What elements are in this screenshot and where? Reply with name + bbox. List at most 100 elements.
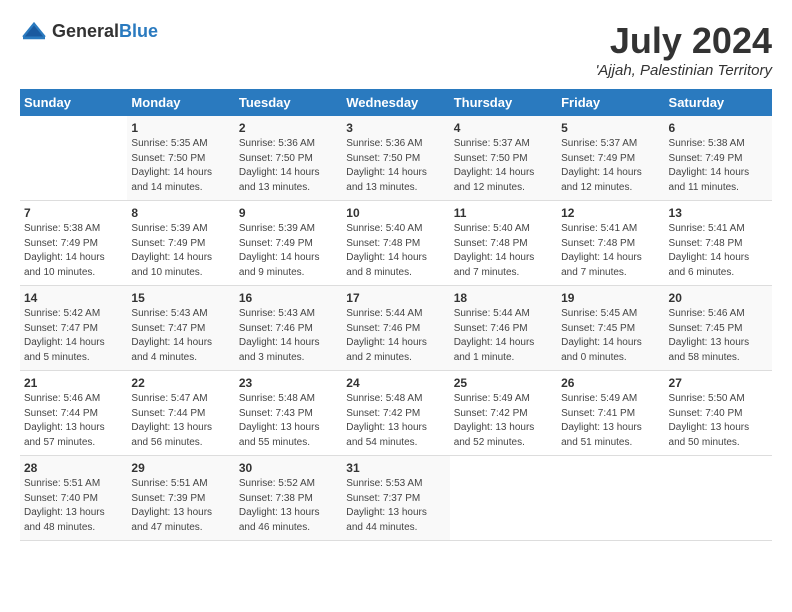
day-number: 5 <box>561 121 660 135</box>
cell-w4-d5 <box>557 456 664 541</box>
cell-w3-d5: 26 Sunrise: 5:49 AMSunset: 7:41 PMDayligh… <box>557 371 664 456</box>
subtitle: 'Ajjah, Palestinian Territory <box>595 62 772 79</box>
cell-w1-d5: 12 Sunrise: 5:41 AMSunset: 7:48 PMDayligh… <box>557 201 664 286</box>
day-info: Sunrise: 5:47 AMSunset: 7:44 PMDaylight:… <box>131 393 212 448</box>
cell-w2-d6: 20 Sunrise: 5:46 AMSunset: 7:45 PMDayligh… <box>665 286 772 371</box>
day-info: Sunrise: 5:46 AMSunset: 7:45 PMDaylight:… <box>669 308 750 363</box>
day-number: 3 <box>346 121 445 135</box>
logo-blue: Blue <box>119 21 158 41</box>
day-number: 1 <box>131 121 230 135</box>
day-info: Sunrise: 5:44 AMSunset: 7:46 PMDaylight:… <box>454 308 535 363</box>
day-info: Sunrise: 5:49 AMSunset: 7:41 PMDaylight:… <box>561 393 642 448</box>
day-info: Sunrise: 5:50 AMSunset: 7:40 PMDaylight:… <box>669 393 750 448</box>
day-info: Sunrise: 5:51 AMSunset: 7:39 PMDaylight:… <box>131 478 212 533</box>
day-number: 7 <box>24 206 123 220</box>
day-number: 17 <box>346 291 445 305</box>
cell-w0-d2: 2Sunrise: 5:36 AMSunset: 7:50 PMDaylight… <box>235 116 342 201</box>
col-tuesday: Tuesday <box>235 89 342 116</box>
logo: GeneralBlue <box>20 20 158 42</box>
day-info: Sunrise: 5:37 AMSunset: 7:50 PMDaylight:… <box>454 138 535 193</box>
cell-w0-d6: 6 Sunrise: 5:38 AMSunset: 7:49 PMDaylight… <box>665 116 772 201</box>
week-row-4: 28 Sunrise: 5:51 AMSunset: 7:40 PMDayligh… <box>20 456 772 541</box>
col-thursday: Thursday <box>450 89 557 116</box>
day-info: Sunrise: 5:42 AMSunset: 7:47 PMDaylight:… <box>24 308 105 363</box>
cell-w0-d4: 4 Sunrise: 5:37 AMSunset: 7:50 PMDaylight… <box>450 116 557 201</box>
day-number: 4 <box>454 121 553 135</box>
cell-w2-d5: 19Sunrise: 5:45 AMSunset: 7:45 PMDayligh… <box>557 286 664 371</box>
day-info: Sunrise: 5:38 AMSunset: 7:49 PMDaylight:… <box>24 223 105 278</box>
cell-w1-d6: 13 Sunrise: 5:41 AMSunset: 7:48 PMDayligh… <box>665 201 772 286</box>
cell-w3-d6: 27 Sunrise: 5:50 AMSunset: 7:40 PMDayligh… <box>665 371 772 456</box>
day-number: 29 <box>131 461 230 475</box>
logo-general: General <box>52 21 119 41</box>
day-number: 13 <box>669 206 768 220</box>
day-info: Sunrise: 5:43 AMSunset: 7:46 PMDaylight:… <box>239 308 320 363</box>
day-number: 16 <box>239 291 338 305</box>
cell-w3-d2: 23 Sunrise: 5:48 AMSunset: 7:43 PMDayligh… <box>235 371 342 456</box>
day-info: Sunrise: 5:36 AMSunset: 7:50 PMDaylight:… <box>346 138 427 193</box>
day-number: 23 <box>239 376 338 390</box>
cell-w4-d0: 28 Sunrise: 5:51 AMSunset: 7:40 PMDayligh… <box>20 456 127 541</box>
day-info: Sunrise: 5:41 AMSunset: 7:48 PMDaylight:… <box>669 223 750 278</box>
day-number: 9 <box>239 206 338 220</box>
day-number: 24 <box>346 376 445 390</box>
cell-w3-d0: 21Sunrise: 5:46 AMSunset: 7:44 PMDayligh… <box>20 371 127 456</box>
day-number: 25 <box>454 376 553 390</box>
logo-text: GeneralBlue <box>52 21 158 42</box>
week-row-2: 14 Sunrise: 5:42 AMSunset: 7:47 PMDayligh… <box>20 286 772 371</box>
day-number: 6 <box>669 121 768 135</box>
day-info: Sunrise: 5:45 AMSunset: 7:45 PMDaylight:… <box>561 308 642 363</box>
header: GeneralBlue July 2024 'Ajjah, Palestinia… <box>20 20 772 79</box>
cell-w4-d6 <box>665 456 772 541</box>
col-monday: Monday <box>127 89 234 116</box>
day-info: Sunrise: 5:40 AMSunset: 7:48 PMDaylight:… <box>346 223 427 278</box>
day-info: Sunrise: 5:52 AMSunset: 7:38 PMDaylight:… <box>239 478 320 533</box>
day-info: Sunrise: 5:43 AMSunset: 7:47 PMDaylight:… <box>131 308 212 363</box>
col-sunday: Sunday <box>20 89 127 116</box>
day-number: 14 <box>24 291 123 305</box>
day-number: 30 <box>239 461 338 475</box>
cell-w1-d1: 8 Sunrise: 5:39 AMSunset: 7:49 PMDaylight… <box>127 201 234 286</box>
day-info: Sunrise: 5:38 AMSunset: 7:49 PMDaylight:… <box>669 138 750 193</box>
cell-w0-d0 <box>20 116 127 201</box>
day-number: 12 <box>561 206 660 220</box>
logo-icon <box>20 20 48 42</box>
day-info: Sunrise: 5:41 AMSunset: 7:48 PMDaylight:… <box>561 223 642 278</box>
day-info: Sunrise: 5:49 AMSunset: 7:42 PMDaylight:… <box>454 393 535 448</box>
day-number: 15 <box>131 291 230 305</box>
week-row-1: 7 Sunrise: 5:38 AMSunset: 7:49 PMDaylight… <box>20 201 772 286</box>
day-info: Sunrise: 5:39 AMSunset: 7:49 PMDaylight:… <box>239 223 320 278</box>
calendar-header: Sunday Monday Tuesday Wednesday Thursday… <box>20 89 772 116</box>
cell-w1-d0: 7 Sunrise: 5:38 AMSunset: 7:49 PMDaylight… <box>20 201 127 286</box>
day-number: 21 <box>24 376 123 390</box>
day-number: 31 <box>346 461 445 475</box>
day-info: Sunrise: 5:48 AMSunset: 7:43 PMDaylight:… <box>239 393 320 448</box>
day-info: Sunrise: 5:36 AMSunset: 7:50 PMDaylight:… <box>239 138 320 193</box>
day-number: 27 <box>669 376 768 390</box>
day-number: 26 <box>561 376 660 390</box>
cell-w4-d3: 31 Sunrise: 5:53 AMSunset: 7:37 PMDayligh… <box>342 456 449 541</box>
day-info: Sunrise: 5:48 AMSunset: 7:42 PMDaylight:… <box>346 393 427 448</box>
calendar-body: 1 Sunrise: 5:35 AMSunset: 7:50 PMDaylight… <box>20 116 772 541</box>
calendar-table: Sunday Monday Tuesday Wednesday Thursday… <box>20 89 772 541</box>
cell-w1-d4: 11Sunrise: 5:40 AMSunset: 7:48 PMDayligh… <box>450 201 557 286</box>
cell-w0-d5: 5 Sunrise: 5:37 AMSunset: 7:49 PMDaylight… <box>557 116 664 201</box>
day-number: 22 <box>131 376 230 390</box>
cell-w2-d1: 15 Sunrise: 5:43 AMSunset: 7:47 PMDayligh… <box>127 286 234 371</box>
day-info: Sunrise: 5:35 AMSunset: 7:50 PMDaylight:… <box>131 138 212 193</box>
day-info: Sunrise: 5:53 AMSunset: 7:37 PMDaylight:… <box>346 478 427 533</box>
day-info: Sunrise: 5:39 AMSunset: 7:49 PMDaylight:… <box>131 223 212 278</box>
day-number: 8 <box>131 206 230 220</box>
day-info: Sunrise: 5:51 AMSunset: 7:40 PMDaylight:… <box>24 478 105 533</box>
day-number: 20 <box>669 291 768 305</box>
cell-w1-d2: 9 Sunrise: 5:39 AMSunset: 7:49 PMDaylight… <box>235 201 342 286</box>
day-info: Sunrise: 5:37 AMSunset: 7:49 PMDaylight:… <box>561 138 642 193</box>
day-number: 28 <box>24 461 123 475</box>
day-number: 10 <box>346 206 445 220</box>
main-title: July 2024 <box>595 20 772 62</box>
col-wednesday: Wednesday <box>342 89 449 116</box>
cell-w4-d4 <box>450 456 557 541</box>
day-number: 11 <box>454 206 553 220</box>
cell-w4-d1: 29 Sunrise: 5:51 AMSunset: 7:39 PMDayligh… <box>127 456 234 541</box>
week-row-0: 1 Sunrise: 5:35 AMSunset: 7:50 PMDaylight… <box>20 116 772 201</box>
